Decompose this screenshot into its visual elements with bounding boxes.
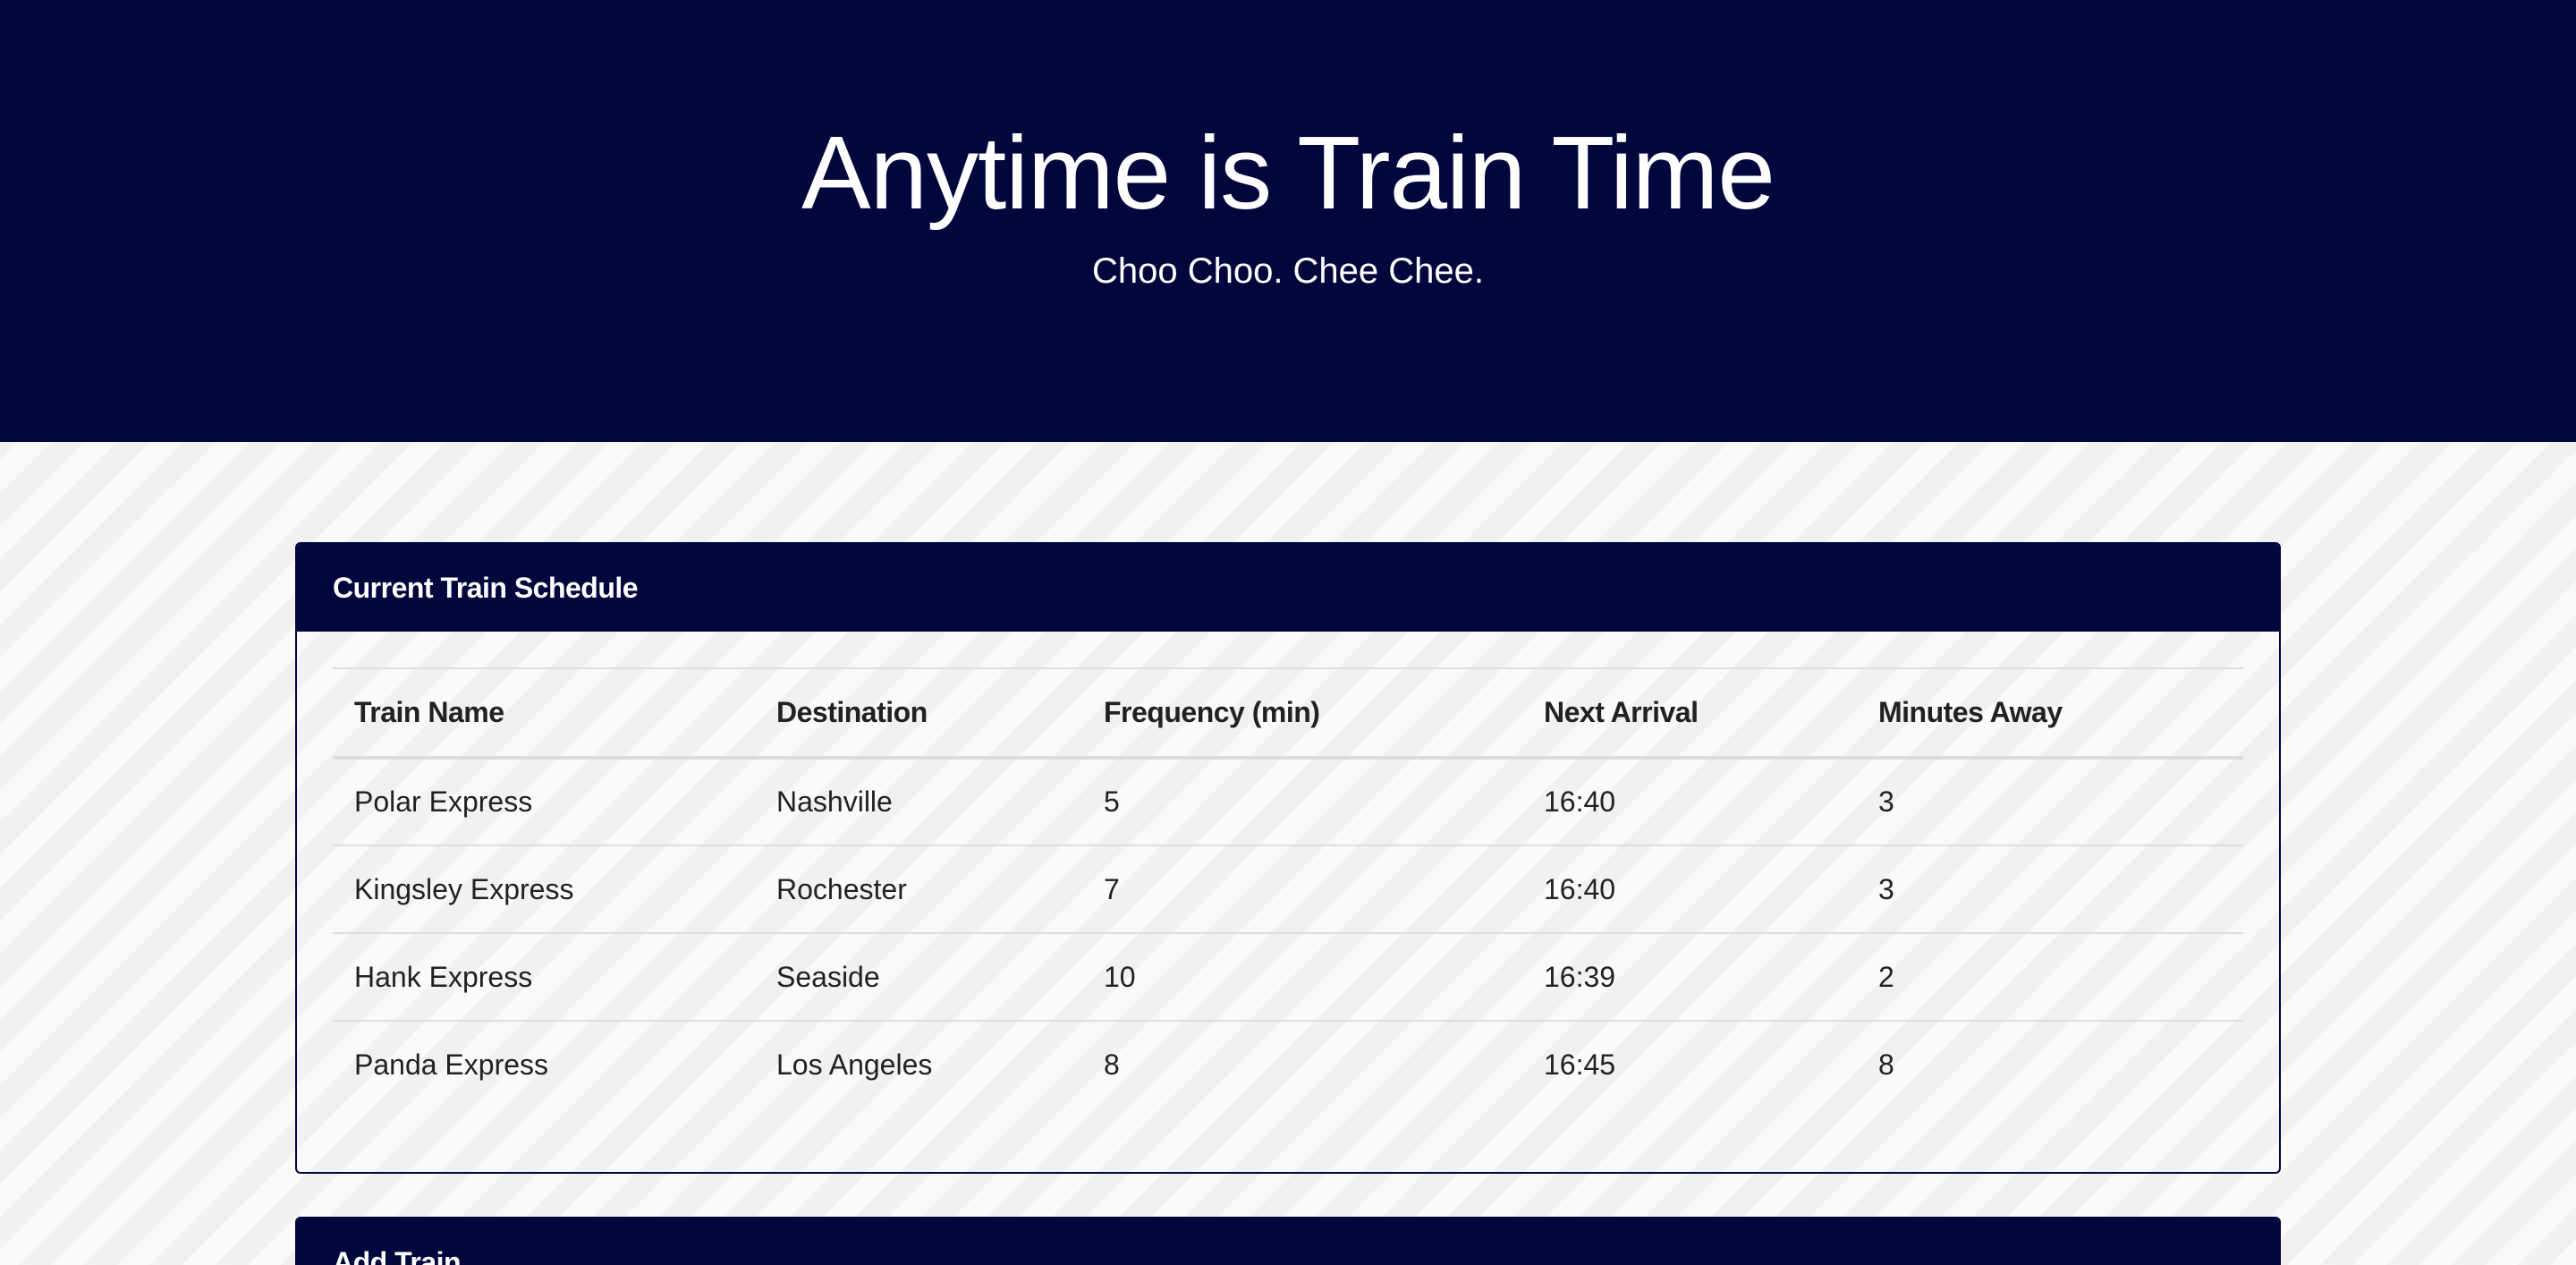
add-train-card: Add Train bbox=[295, 1217, 2281, 1265]
cell-next-arrival: 16:39 bbox=[1522, 933, 1857, 1022]
table-row: Kingsley Express Rochester 7 16:40 3 bbox=[333, 845, 2243, 934]
cell-destination: Rochester bbox=[755, 845, 1082, 934]
cell-frequency: 7 bbox=[1082, 845, 1522, 934]
table-row: Panda Express Los Angeles 8 16:45 8 bbox=[333, 1021, 2243, 1108]
schedule-card-body: Train Name Destination Frequency (min) N… bbox=[297, 632, 2279, 1108]
cell-next-arrival: 16:40 bbox=[1522, 758, 1857, 846]
add-train-card-title: Add Train bbox=[333, 1245, 462, 1265]
cell-frequency: 10 bbox=[1082, 933, 1522, 1022]
hero-banner: Anytime is Train Time Choo Choo. Chee Ch… bbox=[0, 0, 2576, 442]
page-subtitle: Choo Choo. Chee Chee. bbox=[1091, 251, 1485, 291]
schedule-card-header: Current Train Schedule bbox=[297, 544, 2279, 632]
add-train-card-header: Add Train bbox=[297, 1218, 2279, 1265]
cell-destination: Nashville bbox=[755, 758, 1082, 846]
column-header-next-arrival: Next Arrival bbox=[1522, 667, 1857, 760]
cell-frequency: 8 bbox=[1104, 1049, 1120, 1081]
page-title: Anytime is Train Time bbox=[801, 115, 1775, 231]
cell-minutes-away: 2 bbox=[1857, 933, 2243, 1022]
cell-next-arrival: 16:45 bbox=[1544, 1049, 1616, 1081]
schedule-card: Current Train Schedule Train Name Destin… bbox=[295, 542, 2281, 1174]
cell-destination: Los Angeles bbox=[776, 1049, 933, 1081]
cell-next-arrival: 16:40 bbox=[1522, 845, 1857, 934]
column-header-minutes-away: Minutes Away bbox=[1857, 667, 2243, 760]
schedule-card-title: Current Train Schedule bbox=[333, 571, 639, 604]
column-header-frequency: Frequency (min) bbox=[1082, 667, 1522, 760]
cell-minutes-away: 3 bbox=[1857, 845, 2243, 934]
table-header-row: Train Name Destination Frequency (min) N… bbox=[333, 667, 2243, 760]
cell-train-name: Panda Express bbox=[354, 1049, 549, 1081]
table-row: Hank Express Seaside 10 16:39 2 bbox=[333, 933, 2243, 1022]
table-row: Polar Express Nashville 5 16:40 3 bbox=[333, 758, 2243, 846]
column-header-destination: Destination bbox=[755, 667, 1082, 760]
cell-train-name: Polar Express bbox=[333, 758, 755, 846]
cell-frequency: 5 bbox=[1082, 758, 1522, 846]
cell-train-name: Kingsley Express bbox=[333, 845, 755, 934]
column-header-train-name: Train Name bbox=[333, 667, 755, 760]
cell-minutes-away: 3 bbox=[1857, 758, 2243, 846]
cell-minutes-away: 8 bbox=[1878, 1049, 1894, 1081]
cell-destination: Seaside bbox=[755, 933, 1082, 1022]
train-schedule-table: Train Name Destination Frequency (min) N… bbox=[333, 667, 2243, 1108]
cell-train-name: Hank Express bbox=[333, 933, 755, 1022]
